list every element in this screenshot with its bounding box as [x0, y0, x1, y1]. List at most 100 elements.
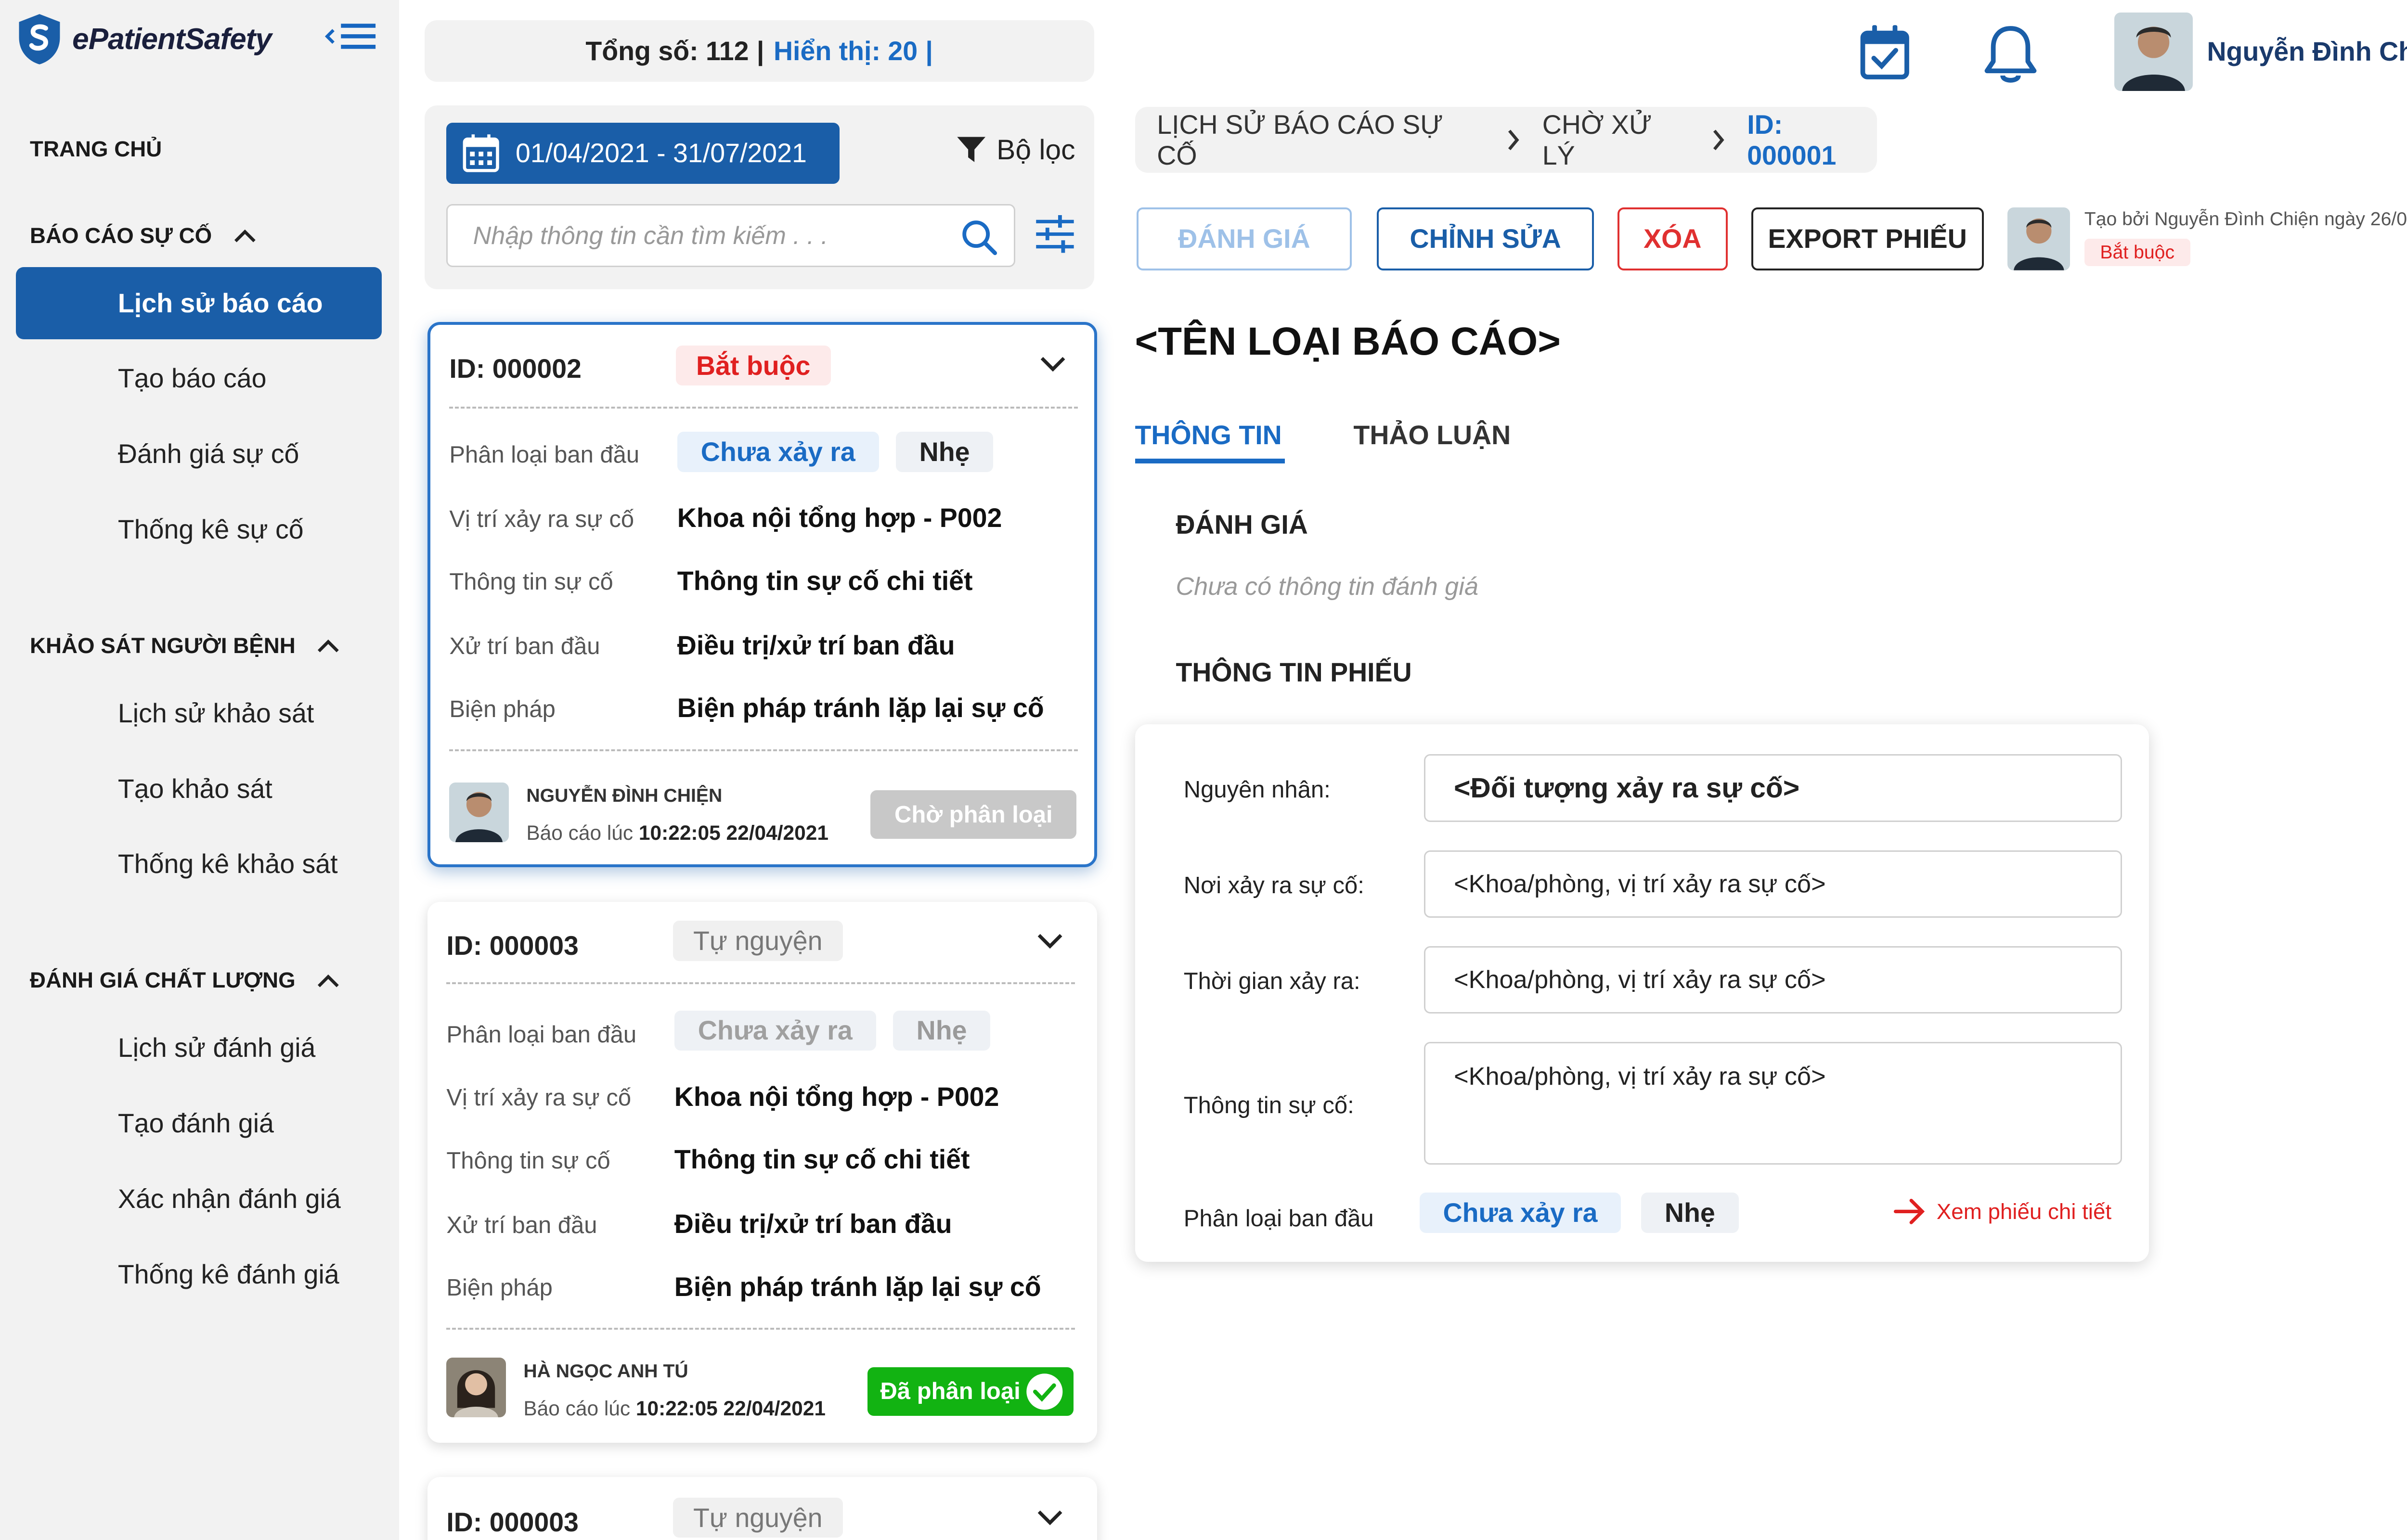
edit-button[interactable]: CHỈNH SỬA [1377, 207, 1594, 270]
severity-tag: Nhẹ [895, 432, 994, 472]
measures-value: Biện pháp tránh lặp lại sự cố [677, 693, 1044, 723]
nav-item-report-history[interactable]: Lịch sử báo cáo [15, 267, 382, 340]
calendar-check-icon[interactable] [1860, 24, 1910, 80]
nav-section-incident-report[interactable]: BÁO CÁO SỰ CỐ [30, 223, 256, 248]
app-logo[interactable]: ePatientSafety [16, 13, 272, 66]
page-title: <TÊN LOẠI BÁO CÁO> [1135, 319, 1561, 363]
breadcrumb-item[interactable]: LỊCH SỬ BÁO CÁO SỰ CỐ [1157, 109, 1484, 171]
status-classified-button[interactable]: Đã phân loại [867, 1367, 1074, 1416]
nav-item-survey-history[interactable]: Lịch sử khảo sát [118, 698, 314, 729]
reporter-name: HÀ NGỌC ANH TÚ [523, 1360, 688, 1382]
location-value: Khoa nội tổng hợp - P002 [674, 1081, 999, 1112]
tab-info[interactable]: THÔNG TIN [1135, 420, 1286, 463]
user-avatar-icon [449, 782, 509, 842]
date-range-button[interactable]: 01/04/2021 - 31/07/2021 [446, 122, 840, 184]
menu-collapse-button[interactable] [324, 22, 377, 51]
separator: | [925, 36, 933, 66]
search-input[interactable]: Nhập thông tin cần tìm kiếm . . . [446, 204, 1016, 268]
ticket-info-heading: THÔNG TIN PHIẾU [1176, 657, 1412, 687]
hamburger-icon [341, 23, 376, 49]
divider [446, 982, 1075, 985]
incident-info-field: <Khoa/phòng, vị trí xảy ra sự cố> [1424, 1041, 2122, 1165]
avatar [449, 782, 509, 842]
report-time-value: 10:22:05 22/04/2021 [635, 1397, 826, 1420]
user-name[interactable]: Nguyễn Đình Chiện [2207, 36, 2407, 67]
delete-button[interactable]: XÓA [1617, 207, 1728, 270]
filter-button[interactable]: Bộ lọc [956, 134, 1075, 166]
nav-section-label: ĐÁNH GIÁ CHẤT LƯỢNG [30, 968, 296, 993]
nav-section-label: KHẢO SÁT NGƯỜI BỆNH [30, 633, 296, 658]
chevron-up-icon [318, 974, 339, 988]
funnel-icon [957, 137, 986, 163]
report-type-badge: Tự nguyện [673, 1497, 843, 1538]
evaluate-button[interactable]: ĐÁNH GIÁ [1136, 207, 1352, 270]
nav-item-confirm-evaluation[interactable]: Xác nhận đánh giá [118, 1183, 341, 1214]
report-type-badge: Bắt buộc [675, 345, 831, 386]
initial-treatment-label: Xử trí ban đầu [449, 633, 600, 660]
nav-item-evaluation-statistics[interactable]: Thống kê đánh giá [118, 1259, 339, 1290]
initial-treatment-value: Điều trị/xử trí ban đầu [674, 1209, 952, 1239]
time-label: Thời gian xảy ra: [1183, 968, 1360, 995]
report-id: ID: 000003 [446, 1507, 579, 1538]
app-name: ePatientSafety [72, 23, 272, 56]
time-field: <Khoa/phòng, vị trí xảy ra sự cố> [1424, 946, 2122, 1014]
arrow-right-icon [1894, 1199, 1925, 1224]
nav-item-create-evaluation[interactable]: Tạo đánh giá [118, 1108, 274, 1139]
evaluation-empty-text: Chưa có thông tin đánh giá [1176, 572, 1478, 601]
ticket-info-card: Nguyên nhân: <Đối tượng xảy ra sự cố> Nơ… [1135, 724, 2149, 1262]
nav-section-patient-survey[interactable]: KHẢO SÁT NGƯỜI BỆNH [30, 633, 339, 658]
chevron-down-icon[interactable] [1037, 1510, 1062, 1526]
export-button[interactable]: EXPORT PHIẾU [1751, 207, 1984, 270]
chevron-down-icon[interactable] [1037, 934, 1062, 950]
report-time-value: 10:22:05 22/04/2021 [638, 821, 828, 845]
separator: | [756, 36, 764, 66]
report-type-badge: Bắt buộc [2084, 239, 2190, 267]
report-time: Báo cáo lúc 10:22:05 22/04/2021 [523, 1397, 826, 1420]
chevron-up-icon [234, 229, 256, 243]
sidebar: ePatientSafety TRANG CHỦ BÁO CÁO SỰ CỐ L… [0, 0, 400, 1540]
initial-treatment-value: Điều trị/xử trí ban đầu [677, 630, 955, 660]
breadcrumb-current: ID: 000001 [1747, 109, 1837, 170]
stats-summary: Tổng số: 112 | Hiển thị: 20 | [424, 20, 1094, 82]
filter-label: Bộ lọc [996, 134, 1075, 166]
user-avatar-icon [446, 1358, 506, 1418]
location-label: Nơi xảy ra sự cố: [1183, 873, 1364, 899]
status-tag: Chưa xảy ra [677, 432, 879, 472]
report-type-badge: Tự nguyện [673, 921, 843, 962]
sliders-icon[interactable] [1035, 215, 1075, 253]
divider [446, 1328, 1075, 1331]
report-card[interactable]: ID: 000003 Tự nguyện Phân loại ban đầu C… [427, 902, 1098, 1443]
nav-home[interactable]: TRANG CHỦ [30, 137, 162, 162]
nav-item-create-survey[interactable]: Tạo khảo sát [118, 773, 272, 804]
initial-treatment-label: Xử trí ban đầu [446, 1212, 597, 1238]
breadcrumb-item[interactable]: CHỜ XỬ LÝ [1542, 109, 1689, 171]
search-icon[interactable] [960, 218, 998, 256]
view-detail-link[interactable]: Xem phiếu chi tiết [1892, 1197, 2111, 1226]
avatar[interactable] [2114, 13, 2193, 91]
report-id: ID: 000002 [449, 354, 582, 384]
location-label: Vị trí xảy ra sự cố [449, 506, 634, 532]
breadcrumb: LỊCH SỬ BÁO CÁO SỰ CỐ CHỜ XỬ LÝ ID: 0000… [1135, 107, 1877, 173]
measures-label: Biện pháp [446, 1275, 553, 1301]
bell-icon[interactable] [1984, 22, 2037, 85]
user-avatar-icon [2007, 207, 2071, 270]
tab-discussion[interactable]: THẢO LUẬN [1353, 420, 1511, 450]
nav-item-evaluation-history[interactable]: Lịch sử đánh giá [118, 1032, 316, 1063]
severity-tag: Nhẹ [1641, 1193, 1739, 1233]
report-id: ID: 000003 [446, 931, 579, 961]
report-card[interactable]: ID: 000002 Bắt buộc Phân loại ban đầu Ch… [427, 322, 1098, 868]
nav-item-create-report[interactable]: Tạo báo cáo [118, 363, 267, 394]
nav-item-incident-statistics[interactable]: Thống kê sự cố [118, 514, 304, 545]
chevron-right-icon [1713, 129, 1724, 150]
location-value: Khoa nội tổng hợp - P002 [677, 503, 1002, 533]
nav-section-quality-evaluation[interactable]: ĐÁNH GIÁ CHẤT LƯỢNG [30, 968, 339, 993]
nav-item-survey-statistics[interactable]: Thống kê khảo sát [118, 848, 338, 879]
report-card[interactable]: ID: 000003 Tự nguyện [427, 1477, 1098, 1540]
chevron-down-icon[interactable] [1040, 357, 1065, 372]
nav-item-incident-evaluation[interactable]: Đánh giá sự cố [118, 438, 299, 469]
chevron-right-icon [1508, 129, 1519, 150]
calendar-icon [463, 134, 499, 172]
classification-label: Phân loại ban đầu [1183, 1206, 1374, 1232]
status-tag: Chưa xảy ra [674, 1010, 876, 1051]
status-pending-button[interactable]: Chờ phân loại [870, 790, 1077, 839]
